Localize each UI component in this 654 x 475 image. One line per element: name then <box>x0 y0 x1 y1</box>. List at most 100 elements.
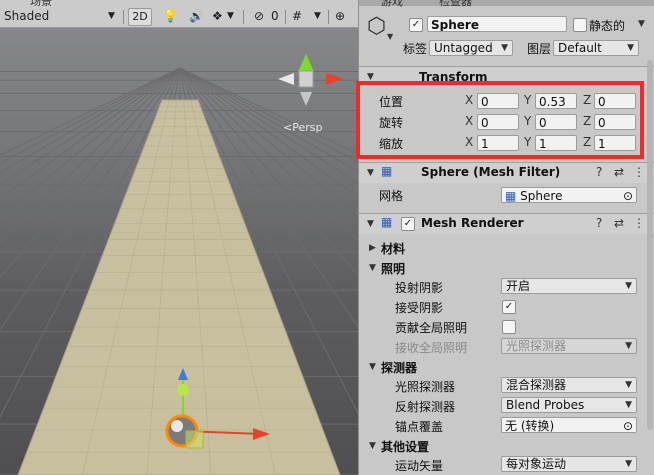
toolbar-divider <box>328 10 329 24</box>
receive-shadows-checkbox[interactable]: ✓ <box>502 300 516 314</box>
cast-shadows-label: 投射阴影 <box>395 281 444 295</box>
additional-settings-section[interactable]: 其他设置 <box>381 438 429 455</box>
mesh-filter-header[interactable]: ▼ ▦ Sphere (Mesh Filter) ? ⇄ ⋮ <box>359 162 654 183</box>
chevron-down-icon: ▼ <box>625 459 632 469</box>
receive-gi-label: 接收全局照明 <box>395 341 468 355</box>
layer-label: 图层 <box>527 42 552 56</box>
mesh-renderer-header[interactable]: ▼ ▦ ✓ Mesh Renderer ? ⇄ ⋮ <box>359 213 654 234</box>
cast-shadows-value: 开启 <box>506 279 531 293</box>
receive-gi-value: 光照探测器 <box>506 339 567 353</box>
reflection-probes-dropdown[interactable]: Blend Probes ▼ <box>501 397 637 413</box>
gizmo-y-cone[interactable] <box>298 54 314 72</box>
cast-shadows-dropdown[interactable]: 开启 ▼ <box>501 278 637 294</box>
chevron-down-icon[interactable]: ▼ <box>314 8 321 25</box>
mesh-renderer-enabled-checkbox[interactable]: ✓ <box>401 217 415 231</box>
mesh-label: 网格 <box>379 189 404 203</box>
toolbar-divider <box>123 10 124 24</box>
fold-arrow-icon[interactable]: ▼ <box>369 263 376 273</box>
2d-toggle-button[interactable]: 2D <box>128 8 152 26</box>
gizmo-x-cone[interactable] <box>326 73 344 85</box>
object-name-input[interactable]: Sphere <box>427 16 567 32</box>
motion-vectors-label: 运动矢量 <box>395 459 444 473</box>
chevron-down-icon: ▼ <box>501 43 508 53</box>
chevron-down-icon[interactable]: ▼ <box>638 19 645 29</box>
gizmos-toggle-icon[interactable]: ⊕ <box>335 8 345 25</box>
motion-vectors-dropdown[interactable]: 每对象运动 ▼ <box>501 456 637 472</box>
fold-arrow-icon[interactable]: ▼ <box>367 219 374 229</box>
chevron-down-icon: ▼ <box>625 400 632 410</box>
chevron-down-icon[interactable]: ▼ <box>387 32 393 41</box>
anchor-override-value: 无 (转换) <box>505 419 555 433</box>
layer-dropdown[interactable]: Default ▼ <box>553 40 639 56</box>
more-options-icon[interactable]: ⋮ <box>633 165 645 179</box>
tag-dropdown[interactable]: Untagged ▼ <box>429 40 513 56</box>
hidden-objects-icon[interactable]: ⊘ <box>254 8 264 25</box>
lighting-section[interactable]: 照明 <box>381 260 405 277</box>
mesh-object-field[interactable]: ▦ Sphere ⊙ <box>501 187 637 203</box>
fold-arrow-icon[interactable]: ▼ <box>367 168 374 178</box>
chevron-down-icon[interactable]: ▼ <box>227 8 234 25</box>
active-checkbox[interactable]: ✓ <box>409 18 423 32</box>
tools-grid-icon[interactable]: # <box>292 8 302 25</box>
chevron-down-icon: ▼ <box>625 341 632 351</box>
inspector-panel: 游戏 检查器 ⬡ ▼ ✓ Sphere 静态的 ▼ 标签 Untagged ▼ 图… <box>358 0 654 475</box>
mesh-filter-fields: 网格 ▦ Sphere ⊙ <box>359 186 654 206</box>
chevron-down-icon: ▼ <box>625 380 632 390</box>
anchor-override-field[interactable]: 无 (转换) ⊙ <box>501 417 637 433</box>
scene-viewport[interactable] <box>0 28 358 475</box>
more-options-icon[interactable]: ⋮ <box>633 216 645 230</box>
receive-gi-dropdown: 光照探测器 ▼ <box>501 338 637 354</box>
lighting-toggle-icon[interactable]: 💡 <box>163 8 178 25</box>
mesh-filter-title: Sphere (Mesh Filter) <box>421 165 561 179</box>
fold-arrow-icon[interactable]: ▼ <box>369 441 376 451</box>
light-probes-dropdown[interactable]: 混合探测器 ▼ <box>501 377 637 393</box>
toolbar-divider <box>285 10 286 24</box>
layer-value: Default <box>558 41 602 55</box>
preset-sliders-icon[interactable]: ⇄ <box>614 216 624 230</box>
fold-arrow-right-icon[interactable]: ▶ <box>369 243 376 253</box>
probes-section[interactable]: 探测器 <box>381 359 417 376</box>
help-icon[interactable]: ? <box>596 216 602 230</box>
gameobject-cube-icon[interactable]: ⬡ <box>367 14 386 39</box>
fold-arrow-icon[interactable]: ▼ <box>369 362 376 372</box>
mesh-renderer-title: Mesh Renderer <box>421 216 524 230</box>
shading-mode-dropdown[interactable]: Shaded <box>4 8 49 25</box>
audio-toggle-icon[interactable]: 🔊 <box>189 8 204 25</box>
effects-toggle-icon[interactable]: ❖ <box>212 8 223 25</box>
chevron-down-icon[interactable]: ▼ <box>108 8 115 25</box>
mesh-value: Sphere <box>520 189 563 203</box>
mesh-grid-icon: ▦ <box>505 189 517 203</box>
perspective-label[interactable]: <Persp <box>283 121 322 134</box>
preset-sliders-icon[interactable]: ⇄ <box>614 165 624 179</box>
contribute-gi-label: 贡献全局照明 <box>395 321 468 335</box>
inspector-tab-bar: 游戏 检查器 <box>359 0 654 8</box>
chevron-down-icon: ▼ <box>625 281 632 291</box>
gizmo-y-neg-cone[interactable] <box>300 92 312 106</box>
tag-value: Untagged <box>434 41 493 55</box>
transform-highlight-box <box>356 81 644 159</box>
reflection-probes-value: Blend Probes <box>506 398 585 412</box>
static-label: 静态的 <box>589 19 626 33</box>
contribute-gi-checkbox[interactable] <box>502 320 516 334</box>
hidden-count: 0 <box>271 9 279 23</box>
help-icon[interactable]: ? <box>596 165 602 179</box>
motion-vectors-value: 每对象运动 <box>506 457 567 471</box>
toolbar-divider <box>243 10 244 24</box>
anchor-override-label: 锚点覆盖 <box>395 420 444 434</box>
view-orientation-gizmo[interactable] <box>278 54 344 106</box>
gizmo-x-neg-cone[interactable] <box>278 73 294 85</box>
scene-view[interactable]: 场景 Shaded ▼ 2D 💡 🔊 ❖ ▼ ⊘ 0 # ▼ ⊕ <Persp <box>0 0 358 475</box>
mesh-filter-grid-icon: ▦ <box>381 164 393 178</box>
tag-label: 标签 <box>403 42 428 56</box>
receive-shadows-label: 接受阴影 <box>395 301 444 315</box>
gizmo-center-cube[interactable] <box>298 70 314 88</box>
materials-section[interactable]: 材料 <box>381 240 405 257</box>
object-picker-icon[interactable]: ⊙ <box>623 418 633 432</box>
scene-toolbar: Shaded ▼ 2D 💡 🔊 ❖ ▼ ⊘ 0 # ▼ ⊕ <box>0 6 358 28</box>
static-checkbox[interactable] <box>573 18 587 32</box>
object-header: ⬡ ▼ ✓ Sphere 静态的 ▼ 标签 Untagged ▼ 图层 Defau… <box>359 8 654 64</box>
light-probes-value: 混合探测器 <box>506 378 567 392</box>
chevron-down-icon: ▼ <box>627 43 634 53</box>
object-picker-icon[interactable]: ⊙ <box>623 188 633 202</box>
inspector-scrollbar[interactable] <box>647 60 653 430</box>
